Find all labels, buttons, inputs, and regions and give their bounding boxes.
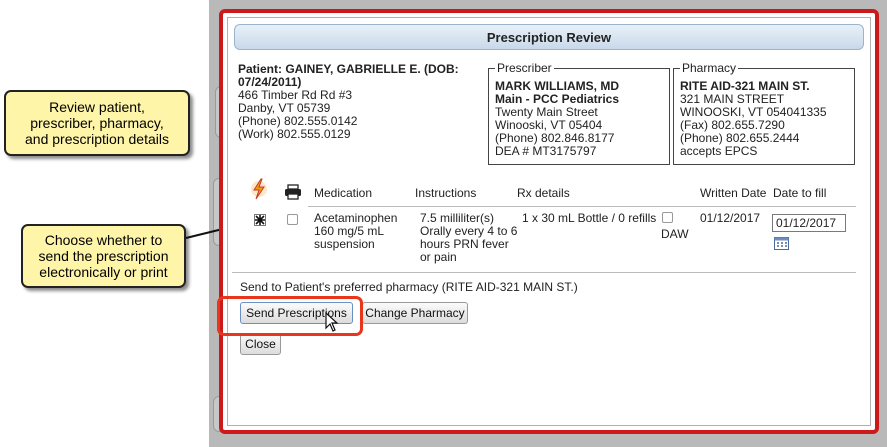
patient-info: Patient: GAINEY, GABRIELLE E. (DOB: 07/2… (238, 63, 478, 141)
prescriber-details: MARK WILLIAMS, MD Main - PCC Pediatrics … (495, 80, 619, 158)
pharmacy-epcs: accepts EPCS (680, 144, 758, 158)
date-to-fill-input[interactable]: 01/12/2017 (772, 214, 846, 232)
print-icon[interactable] (284, 184, 302, 200)
daw-checkbox[interactable] (662, 212, 673, 223)
pharmacy-legend: Pharmacy (680, 61, 739, 75)
callout-send-or-print: Choose whether to send the prescription … (21, 224, 186, 288)
medication-cell: Acetaminophen 160 mg/5 mL suspension (314, 212, 397, 251)
header-instructions: Instructions (415, 186, 477, 200)
mouse-cursor-icon (325, 311, 339, 332)
header-written-date: Written Date (700, 186, 767, 200)
prescriber-panel: Prescriber MARK WILLIAMS, MD Main - PCC … (488, 61, 670, 165)
rx-details-cell: 1 x 30 mL Bottle / 0 refills (522, 211, 657, 225)
instructions-cell: 7.5 milliliter(s) Orally every 4 to 6 ho… (420, 212, 517, 264)
pharmacy-panel: Pharmacy RITE AID-321 MAIN ST. 321 MAIN … (673, 61, 855, 165)
prescriber-dea: DEA # MT3175797 (495, 144, 597, 158)
pharmacy-details: RITE AID-321 MAIN ST. 321 MAIN STREET WI… (680, 80, 827, 158)
prescriber-legend: Prescriber (495, 61, 554, 75)
header-rx-details: Rx details (517, 186, 570, 200)
close-button[interactable]: Close (240, 333, 281, 355)
dialog-title: Prescription Review (486, 29, 612, 45)
table-bottom-divider (232, 272, 856, 273)
header-divider (308, 206, 856, 207)
header-medication: Medication (314, 186, 373, 200)
medication-form: suspension (314, 237, 375, 251)
print-checkbox[interactable] (287, 214, 298, 225)
callout-review-details: Review patient, prescriber, pharmacy, an… (4, 90, 190, 156)
patient-work-phone: (Work) 802.555.0129 (238, 127, 351, 141)
send-button-highlight (217, 296, 363, 336)
daw-label: DAW (661, 227, 689, 241)
electronic-send-checkbox[interactable] (254, 214, 266, 226)
calendar-icon[interactable] (774, 236, 789, 250)
written-date-value: 01/12/2017 (700, 211, 761, 225)
header-date-to-fill: Date to fill (773, 186, 827, 200)
electronic-send-icon[interactable] (250, 178, 268, 200)
dialog-titlebar: Prescription Review (234, 24, 864, 50)
instructions-line4: or pain (420, 250, 457, 264)
send-destination-note: Send to Patient's preferred pharmacy (RI… (240, 280, 578, 294)
change-pharmacy-button[interactable]: Change Pharmacy (362, 302, 468, 324)
